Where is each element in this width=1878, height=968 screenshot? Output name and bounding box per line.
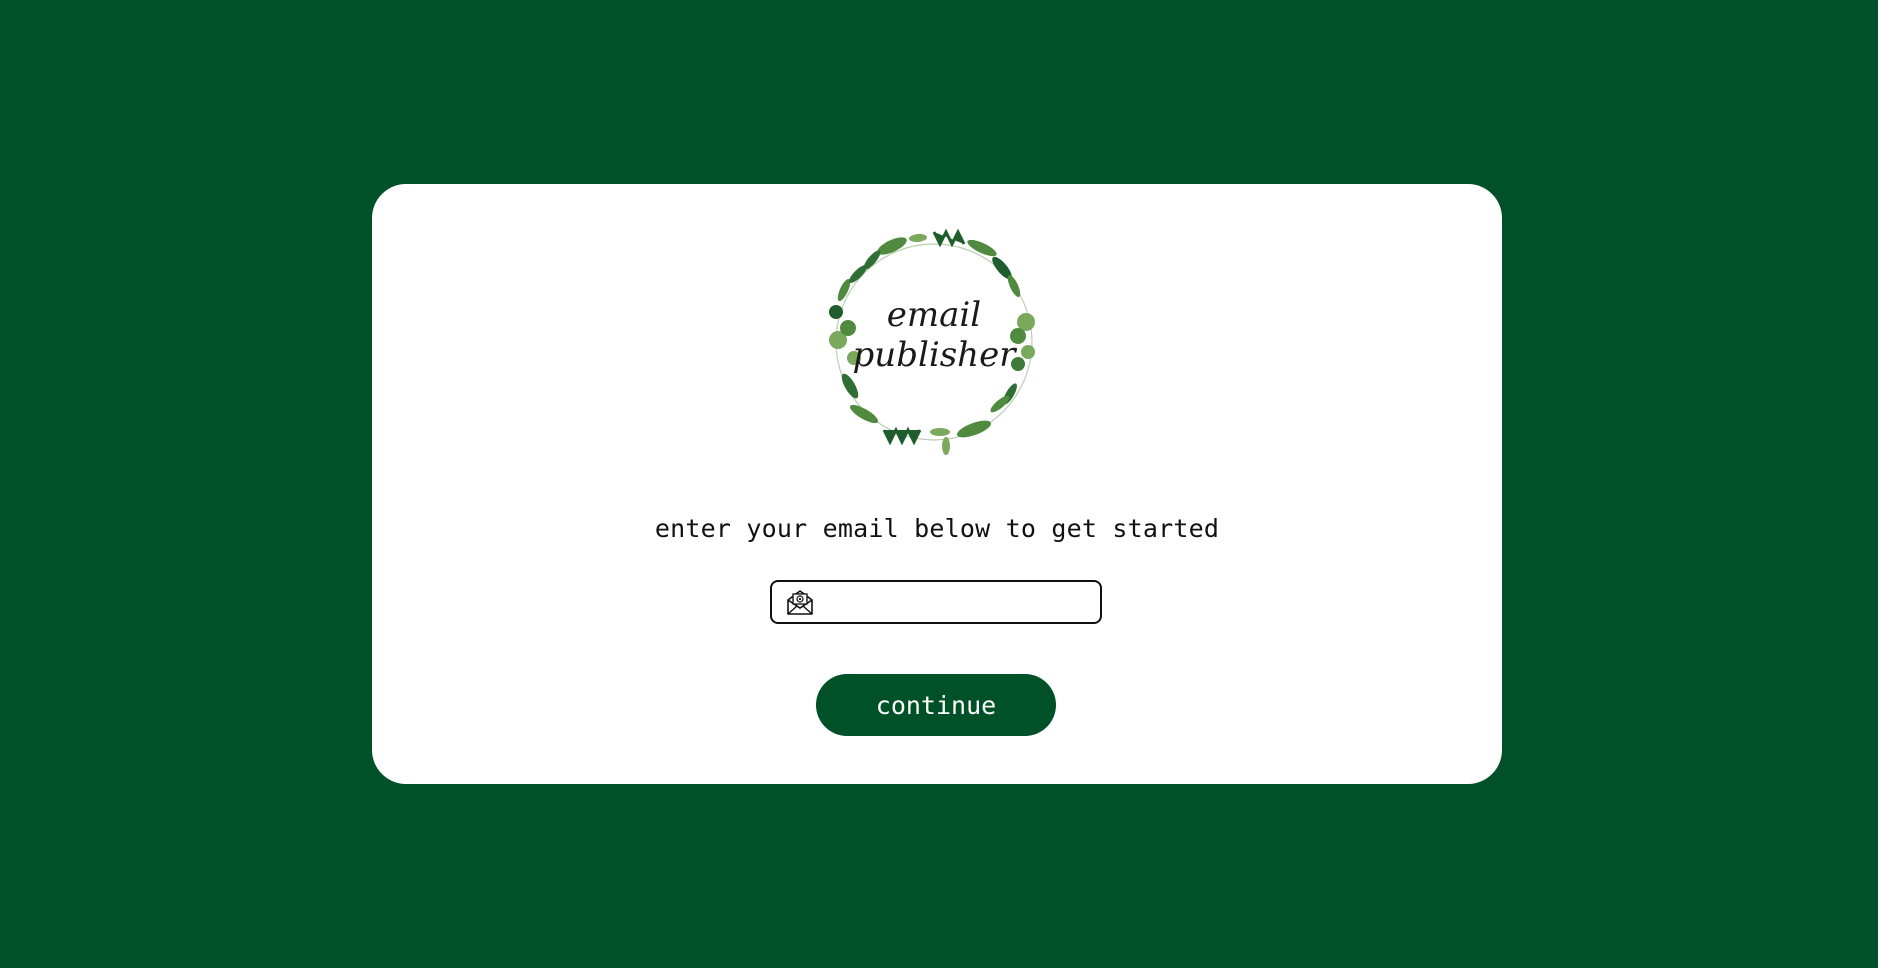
logo-line2: publisher: [853, 335, 1018, 375]
email-input[interactable]: [822, 586, 1096, 620]
email-field[interactable]: [770, 580, 1102, 624]
logo-line1: email: [887, 295, 981, 335]
login-card: email publisher enter your email below t…: [372, 184, 1502, 784]
email-publisher-logo: email publisher: [814, 224, 1054, 460]
prompt-text: enter your email below to get started: [654, 514, 1220, 543]
envelope-at-icon: [786, 588, 814, 616]
continue-button[interactable]: continue: [816, 674, 1056, 736]
